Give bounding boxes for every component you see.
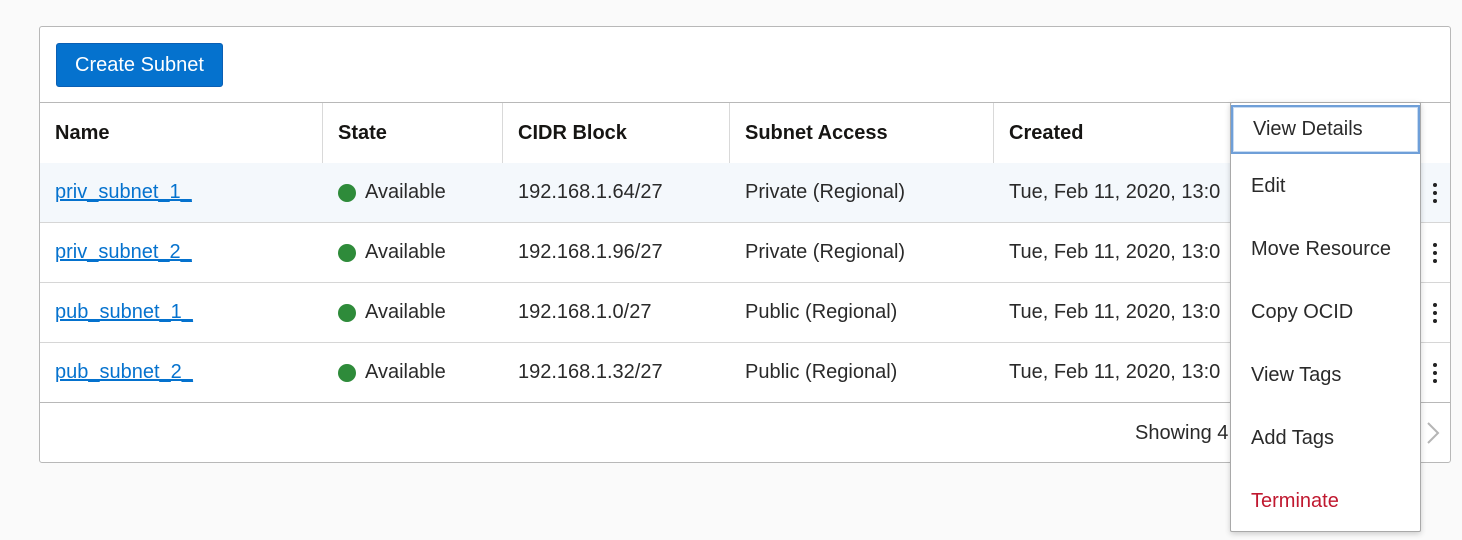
state-label: Available	[365, 241, 446, 263]
status-available-icon	[338, 303, 356, 322]
row-actions-icon[interactable]	[1422, 223, 1448, 282]
created-cell: Tue, Feb 11, 2020, 13:0	[1009, 301, 1221, 323]
subnet-name-link[interactable]: pub_subnet_2_	[55, 361, 193, 384]
chevron-right-icon[interactable]	[1420, 421, 1444, 445]
status-available-icon	[338, 363, 356, 382]
cidr-cell: 192.168.1.0/27	[518, 301, 652, 323]
cidr-cell: 192.168.1.96/27	[518, 241, 663, 263]
state-label: Available	[365, 301, 446, 323]
status-available-icon	[338, 243, 356, 262]
row-actions-icon[interactable]	[1422, 283, 1448, 342]
access-cell: Private (Regional)	[745, 241, 906, 263]
access-cell: Private (Regional)	[745, 181, 906, 203]
state-cell: Available	[338, 343, 446, 402]
menu-item-add-tags[interactable]: Add Tags	[1231, 407, 1420, 470]
state-label: Available	[365, 361, 446, 383]
subnet-name-link[interactable]: priv_subnet_2_	[55, 241, 192, 264]
state-cell: Available	[338, 283, 446, 342]
column-header-subnet-access[interactable]: Subnet Access	[730, 103, 994, 163]
created-cell: Tue, Feb 11, 2020, 13:0	[1009, 361, 1221, 383]
access-cell: Public (Regional)	[745, 301, 898, 323]
menu-item-edit[interactable]: Edit	[1231, 155, 1420, 218]
status-available-icon	[338, 183, 356, 202]
menu-item-copy-ocid[interactable]: Copy OCID	[1231, 281, 1420, 344]
cidr-cell: 192.168.1.32/27	[518, 361, 663, 383]
access-cell: Public (Regional)	[745, 361, 898, 383]
column-header-created[interactable]: Created	[994, 103, 1244, 163]
subnet-name-link[interactable]: priv_subnet_1_	[55, 181, 192, 204]
menu-item-move-resource[interactable]: Move Resource	[1231, 218, 1420, 281]
row-actions-icon[interactable]	[1422, 163, 1448, 222]
created-cell: Tue, Feb 11, 2020, 13:0	[1009, 241, 1221, 263]
column-header-name[interactable]: Name	[40, 103, 323, 163]
menu-item-view-details[interactable]: View Details	[1231, 105, 1420, 154]
state-cell: Available	[338, 163, 446, 222]
state-label: Available	[365, 181, 446, 203]
state-cell: Available	[338, 223, 446, 282]
column-header-cidr-block[interactable]: CIDR Block	[503, 103, 730, 163]
subnet-name-link[interactable]: pub_subnet_1_	[55, 301, 193, 324]
column-header-state[interactable]: State	[323, 103, 503, 163]
cidr-cell: 192.168.1.64/27	[518, 181, 663, 203]
create-subnet-button[interactable]: Create Subnet	[56, 43, 223, 87]
created-cell: Tue, Feb 11, 2020, 13:0	[1009, 181, 1221, 203]
row-actions-menu: View Details Edit Move Resource Copy OCI…	[1230, 102, 1421, 532]
menu-item-terminate[interactable]: Terminate	[1231, 470, 1420, 533]
row-actions-icon[interactable]	[1422, 343, 1448, 402]
pagination-summary: Showing 4	[1135, 421, 1229, 444]
menu-item-view-tags[interactable]: View Tags	[1231, 344, 1420, 407]
